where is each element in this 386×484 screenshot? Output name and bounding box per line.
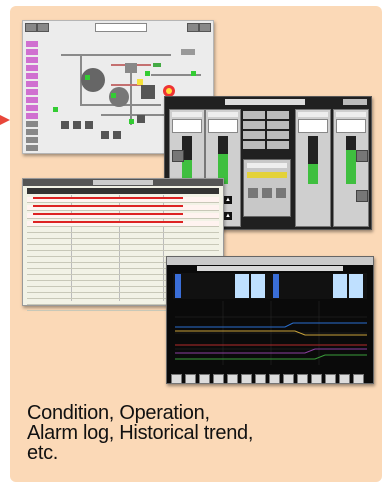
caption-line-3: etc. [27, 442, 59, 464]
caption-line-2: Alarm log, Historical trend, [27, 422, 254, 444]
scroll-up-page-icon: ▲ [224, 212, 232, 220]
feature-caption: Condition, Operation, Alarm log, Histori… [27, 403, 377, 463]
caption-line-1: Condition, Operation, [27, 402, 210, 424]
historical-trend-screenshot [166, 256, 374, 384]
arrow-pointer-icon [0, 115, 10, 125]
scroll-up-icon: ▲ [224, 196, 232, 204]
